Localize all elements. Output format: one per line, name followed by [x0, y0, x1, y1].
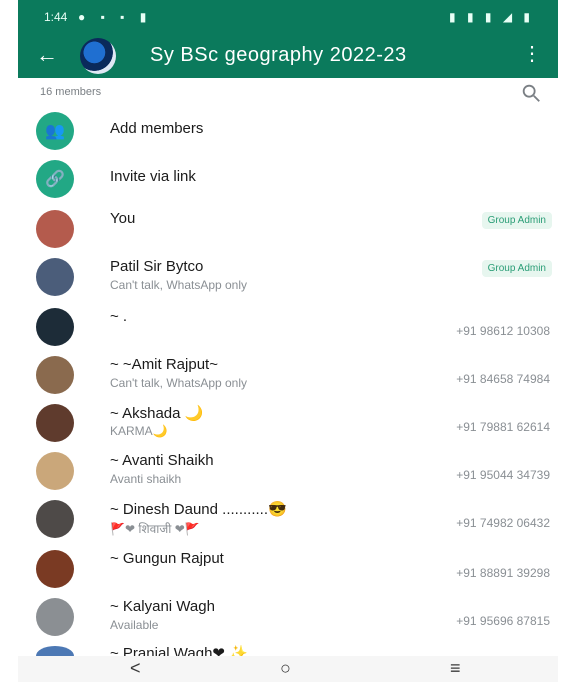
group-info-screen: 1:44 ● ▪ ▪ ▮ ▮ ▮ ▮ ◢ ▮ ← Sy BSc geograph…	[18, 0, 558, 682]
member-row[interactable]: ~ Dinesh Daund ...........😎 🚩❤ शिवाजी ❤🚩…	[18, 494, 558, 542]
member-row[interactable]: ~ Gungun Rajput +91 88891 39298	[18, 544, 558, 592]
member-row[interactable]: ~ Kalyani Wagh Available +91 95696 87815	[18, 592, 558, 640]
group-admin-badge: Group Admin	[481, 212, 552, 229]
member-name: Patil Sir Bytco	[110, 258, 204, 275]
invite-via-link-label: Invite via link	[110, 168, 196, 185]
member-row[interactable]: ~ Akshada 🌙 KARMA🌙 +91 79881 62614	[18, 398, 558, 446]
member-row[interactable]: ~ . +91 98612 10308	[18, 302, 558, 350]
system-navigation-bar: < ○ ≡	[18, 656, 558, 682]
member-name: ~ Kalyani Wagh	[110, 598, 215, 615]
member-row[interactable]: ~ ~Amit Rajput~ Can't talk, WhatsApp onl…	[18, 350, 558, 398]
member-status: Available	[110, 618, 159, 632]
avatar	[36, 258, 74, 296]
nav-home-button[interactable]: ○	[280, 658, 291, 679]
add-members-label: Add members	[110, 120, 204, 137]
back-arrow-icon[interactable]: ←	[36, 44, 58, 66]
status-bar: 1:44 ● ▪ ▪ ▮ ▮ ▮ ▮ ◢ ▮	[18, 0, 558, 34]
app-bar: ← Sy BSc geography 2022-23 ⋮	[18, 34, 558, 78]
member-status: Can't talk, WhatsApp only	[110, 278, 248, 292]
status-notification-icons: ● ▪ ▪ ▮	[78, 10, 153, 24]
avatar	[36, 452, 74, 490]
more-options-icon[interactable]: ⋮	[522, 44, 542, 64]
avatar	[36, 500, 74, 538]
member-name: You	[110, 210, 136, 227]
member-status: KARMA🌙	[110, 424, 168, 438]
member-name: ~ Avanti Shaikh	[110, 452, 214, 469]
member-phone: +91 88891 39298	[456, 566, 550, 580]
avatar	[36, 404, 74, 442]
member-status: Avanti shaikh	[110, 472, 182, 486]
member-phone: +91 84658 74984	[456, 372, 550, 386]
member-phone: +91 74982 06432	[456, 516, 550, 530]
group-avatar[interactable]	[80, 38, 116, 74]
member-name: ~ ~Amit Rajput~	[110, 356, 218, 373]
group-admin-badge: Group Admin	[481, 260, 552, 277]
nav-recents-button[interactable]: ≡	[450, 658, 461, 679]
member-name: ~ Dinesh Daund ...........😎	[110, 501, 287, 518]
status-time: 1:44	[44, 10, 68, 24]
link-icon: 🔗	[36, 160, 74, 198]
avatar	[36, 210, 74, 248]
search-icon[interactable]	[520, 82, 542, 104]
avatar	[36, 308, 74, 346]
avatar	[36, 550, 74, 588]
nav-back-button[interactable]: <	[130, 658, 141, 679]
invite-via-link-row[interactable]: 🔗 Invite via link	[18, 154, 558, 202]
member-row-you[interactable]: You Group Admin	[18, 204, 558, 252]
member-phone: +91 95044 34739	[456, 468, 550, 482]
avatar	[36, 356, 74, 394]
member-phone: +91 79881 62614	[456, 420, 550, 434]
members-count: 16 members	[40, 86, 102, 98]
member-status: 🚩❤ शिवाजी ❤🚩	[110, 522, 200, 536]
add-members-icon: 👥	[36, 112, 74, 150]
member-name: ~ .	[110, 308, 128, 325]
member-status: Can't talk, WhatsApp only	[110, 376, 248, 390]
member-name: ~ Akshada 🌙	[110, 405, 204, 422]
member-row[interactable]: ~ Avanti Shaikh Avanti shaikh +91 95044 …	[18, 446, 558, 494]
member-row[interactable]: Patil Sir Bytco Can't talk, WhatsApp onl…	[18, 252, 558, 300]
member-phone: +91 98612 10308	[456, 324, 550, 338]
status-system-icons: ▮ ▮ ▮ ◢ ▮	[449, 10, 534, 24]
member-phone: +91 95696 87815	[456, 614, 550, 628]
member-name: ~ Gungun Rajput	[110, 550, 224, 567]
avatar	[36, 598, 74, 636]
add-members-row[interactable]: 👥 Add members	[18, 106, 558, 154]
group-title[interactable]: Sy BSc geography 2022-23	[150, 44, 407, 67]
